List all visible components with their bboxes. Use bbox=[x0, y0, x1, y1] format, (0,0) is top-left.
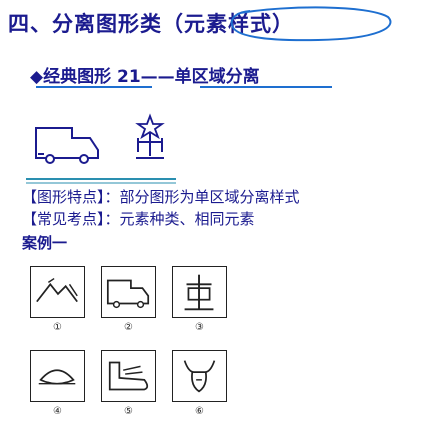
bullet-icon: ◆ bbox=[30, 67, 44, 87]
feature-line: 【图形特点】：部分图形为单区域分离样式 bbox=[22, 186, 300, 207]
figure-with-star-icon bbox=[135, 113, 165, 159]
truck-figure-icon bbox=[106, 279, 150, 309]
option-1-figure[interactable] bbox=[30, 266, 85, 318]
option-5-label: ⑤ bbox=[124, 406, 133, 417]
subtitle-underline-left bbox=[36, 86, 152, 88]
option-4-figure[interactable] bbox=[30, 350, 85, 402]
option-4-label: ④ bbox=[53, 406, 62, 417]
option-3-figure[interactable] bbox=[172, 266, 227, 318]
option-1-label: ① bbox=[53, 322, 62, 333]
circle-annotation-icon bbox=[230, 6, 392, 42]
option-6-figure[interactable] bbox=[172, 350, 227, 402]
feature-key: 【图形特点】 bbox=[22, 188, 105, 206]
case-label: 案例一 bbox=[22, 234, 68, 252]
exam-point-value: ：元素种类、相同元素 bbox=[104, 210, 255, 228]
bull-head-figure-icon bbox=[183, 360, 216, 393]
feature-value: ：部分图形为单区域分离样式 bbox=[104, 188, 300, 206]
option-3-label: ③ bbox=[195, 322, 204, 333]
option-2-label: ② bbox=[124, 322, 133, 333]
example-divider-shadow bbox=[26, 182, 176, 184]
option-2-figure[interactable] bbox=[101, 266, 156, 318]
title-prefix: 四、分离图形类 bbox=[8, 12, 162, 36]
section-subtitle: ◆经典图形 21——单区域分离 bbox=[30, 62, 260, 87]
boot-figure-icon bbox=[108, 361, 149, 391]
exam-point-line: 【常见考点】：元素种类、相同元素 bbox=[22, 208, 255, 229]
tower-figure-icon bbox=[184, 274, 214, 311]
subtitle-underline-right bbox=[200, 86, 332, 88]
mountain-figure-icon bbox=[36, 277, 78, 303]
truck-outline-icon bbox=[35, 127, 99, 164]
example-divider bbox=[26, 178, 176, 180]
option-5-figure[interactable] bbox=[101, 350, 156, 402]
subtitle-text: 经典图形 21——单区域分离 bbox=[43, 67, 260, 87]
ufo-figure-icon bbox=[38, 369, 76, 385]
exam-point-key: 【常见考点】 bbox=[22, 210, 105, 228]
option-6-label: ⑥ bbox=[195, 406, 204, 417]
